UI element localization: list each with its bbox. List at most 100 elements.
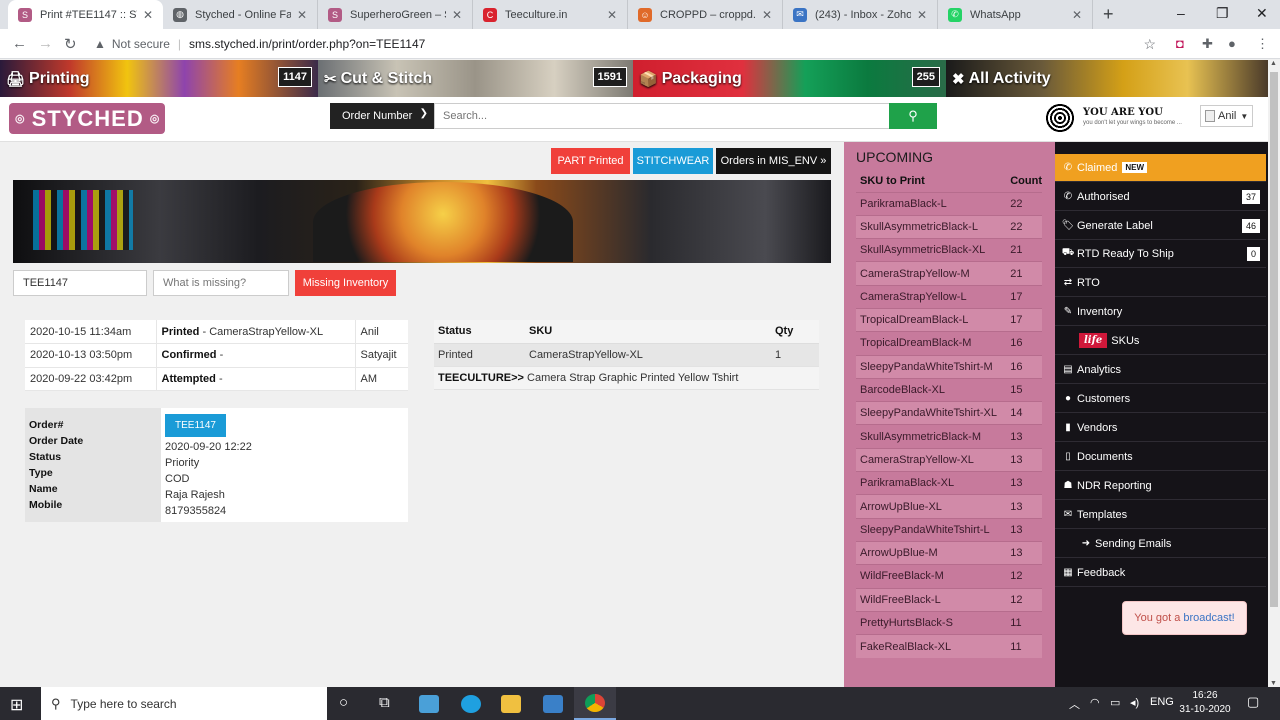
nav-item-templates[interactable]: ✉ Templates (1055, 501, 1266, 529)
new-tab-plus-icon[interactable]: + (1103, 4, 1114, 25)
browser-tab-superhero[interactable]: S SuperheroGreen – Styc ✕ (318, 0, 473, 29)
nav-item-inventory[interactable]: ✎ Inventory (1055, 298, 1266, 326)
taskbar-app-file-explorer[interactable] (490, 687, 532, 720)
nav-item-skus[interactable]: life SKUs (1055, 327, 1266, 355)
browser-tab-teeculture[interactable]: C Teeculture.in ✕ (473, 0, 628, 29)
close-tab-icon[interactable]: ✕ (1072, 8, 1082, 22)
reload-icon[interactable]: ↻ (64, 35, 77, 53)
taskbar-search-box[interactable]: ⚲ Type here to search (41, 687, 327, 720)
taskbar-app-photos[interactable] (532, 687, 574, 720)
pencil-icon: ✎ (1063, 306, 1073, 317)
missing-item-field[interactable] (153, 270, 289, 296)
nav-item-documents[interactable]: ▯ Documents (1055, 443, 1266, 471)
banner-cut-stitch[interactable]: ✂ Cut & Stitch 1591 (318, 60, 633, 97)
volume-icon[interactable]: ◂) (1130, 696, 1139, 709)
search-button[interactable]: ⚲ (889, 103, 937, 129)
close-tab-icon[interactable]: ✕ (452, 8, 462, 22)
nav-item-feedback[interactable]: ▦ Feedback (1055, 559, 1266, 587)
nav-item-rto[interactable]: ⇄ RTO (1055, 269, 1266, 297)
nav-item-vendors[interactable]: ▮ Vendors (1055, 414, 1266, 442)
page-scrollbar[interactable]: ▲ ▼ (1268, 60, 1280, 687)
taskbar-app-skype[interactable] (450, 687, 492, 720)
input-language[interactable]: ENG (1150, 696, 1174, 708)
history-event: Printed (161, 325, 200, 338)
new-badge: NEW (1122, 162, 1148, 173)
url-omnibox[interactable]: ▲ Not secure | sms.styched.in/print/orde… (94, 32, 1164, 56)
task-view-icon[interactable]: ⧉ (379, 694, 390, 711)
taskbar-app-explorer-view[interactable] (408, 687, 450, 720)
order-number-field[interactable] (13, 270, 147, 296)
table-header-row: SKU to Print Count (856, 170, 1042, 192)
extensions-puzzle-icon[interactable]: ✚ (1202, 36, 1213, 52)
omnibox-separator: | (177, 37, 182, 51)
tab-label: Styched - Online Fashio (195, 8, 291, 21)
banner-label: Cut & Stitch (340, 69, 433, 87)
minimize-window-icon[interactable]: – (1177, 5, 1185, 21)
extension-shield-icon[interactable]: ◘ (1176, 36, 1184, 51)
missing-inventory-button[interactable]: Missing Inventory (295, 270, 396, 296)
printed-tshirt-graphic (313, 182, 573, 262)
toast-link[interactable]: broadcast! (1183, 612, 1234, 624)
nav-item-analytics[interactable]: ▤ Analytics (1055, 356, 1266, 384)
banner-packaging[interactable]: 📦 Packaging 255 (633, 60, 946, 97)
scrollbar-thumb[interactable] (1270, 72, 1278, 607)
styched-favicon-icon: S (328, 7, 342, 22)
banner-label: Packaging (661, 69, 742, 87)
browser-tab-print[interactable]: S Print #TEE1147 :: STYCH ✕ (8, 0, 163, 29)
wifi-icon[interactable]: ◠ (1090, 696, 1100, 709)
nav-item-authorised[interactable]: ✆ Authorised 37 (1055, 183, 1266, 211)
nav-item-sending-emails[interactable]: ➜ Sending Emails (1055, 530, 1266, 558)
close-tab-icon[interactable]: ✕ (143, 8, 153, 22)
styched-logo[interactable]: ◎ STYCHED ◎ (9, 103, 165, 134)
part-printed-button[interactable]: PART Printed (551, 148, 630, 174)
browser-tab-croppd[interactable]: ☺ CROPPD – croppd.in ✕ (628, 0, 783, 29)
broadcast-toast[interactable]: You got a broadcast! (1122, 601, 1247, 635)
stitchwear-button[interactable]: STITCHWEAR (633, 148, 713, 174)
profile-avatar-icon[interactable]: ● (1228, 36, 1236, 51)
cortana-circle-icon[interactable]: ○ (339, 694, 348, 711)
table-row: SkullAsymmetricBlack-XL 21 (856, 238, 1042, 262)
upcoming-sku: WildFreeBlack-L (856, 587, 1007, 612)
scroll-down-arrow-icon[interactable]: ▼ (1270, 680, 1277, 687)
browser-tab-styched[interactable]: ◍ Styched - Online Fashio ✕ (163, 0, 318, 29)
chrome-icon (585, 693, 605, 712)
order-number-badge[interactable]: TEE1147 (165, 414, 226, 437)
user-menu-button[interactable]: Anil ▼ (1200, 105, 1253, 127)
nav-item-customers[interactable]: ● Customers (1055, 385, 1266, 413)
battery-icon[interactable]: ▭ (1110, 696, 1120, 709)
orders-mis-env-button[interactable]: Orders in MIS_ENV » (716, 148, 831, 174)
nav-item-ndr-reporting[interactable]: ☗ NDR Reporting (1055, 472, 1266, 500)
close-tab-icon[interactable]: ✕ (297, 8, 307, 22)
banner-all-activity[interactable]: ✖ All Activity (946, 60, 1268, 97)
close-tab-icon[interactable]: ✕ (762, 8, 772, 22)
tray-chevron-up-icon[interactable]: ︿ (1069, 696, 1080, 712)
close-window-icon[interactable]: ✕ (1256, 5, 1268, 22)
nav-item-generate-label[interactable]: 🏷 Generate Label 46 (1055, 212, 1266, 240)
browser-menu-icon[interactable]: ⋮ (1256, 36, 1269, 52)
search-type-select[interactable]: Order Number ❯ (330, 103, 434, 129)
close-tab-icon[interactable]: ✕ (607, 8, 617, 22)
table-row: WildFreeBlack-M 12 (856, 564, 1042, 589)
close-tab-icon[interactable]: ✕ (917, 8, 927, 22)
taskbar-app-chrome[interactable] (574, 687, 616, 720)
nav-item-rtd-ready-to-ship[interactable]: ⛟ RTD Ready To Ship 0 (1055, 240, 1266, 268)
table-row: BarcodeBlack-XL 15 (856, 377, 1042, 402)
app-window-icon (419, 694, 439, 713)
forward-arrow-icon[interactable]: → (38, 35, 53, 52)
browser-tab-whatsapp[interactable]: ✆ WhatsApp ✕ (938, 0, 1093, 29)
notifications-icon[interactable]: ▢ (1247, 694, 1259, 710)
banner-printing[interactable]: 🖨 Printing 1147 (0, 60, 318, 97)
nav-item-claimed[interactable]: ✆ Claimed NEW (1055, 154, 1266, 182)
taskbar-clock[interactable]: 16:26 31-10-2020 (1178, 689, 1232, 717)
search-input[interactable] (434, 103, 890, 129)
back-arrow-icon[interactable]: ← (12, 35, 27, 52)
windows-start-icon[interactable]: ⊞ (10, 695, 23, 715)
browser-tab-zoho[interactable]: ✉ (243) - Inbox - Zoho M ✕ (783, 0, 938, 29)
upcoming-sku: CameraStrapYellow-L (856, 284, 1007, 309)
table-row: SkullAsymmetricBlack-L 22 (856, 214, 1042, 239)
col-sku-header: SKU (525, 320, 771, 344)
table-row: ArrowUpBlue-XL 13 (856, 494, 1042, 519)
maximize-window-icon[interactable]: ❐ (1216, 5, 1229, 22)
scroll-up-arrow-icon[interactable]: ▲ (1270, 60, 1277, 67)
bookmark-star-icon[interactable]: ☆ (1143, 36, 1156, 53)
